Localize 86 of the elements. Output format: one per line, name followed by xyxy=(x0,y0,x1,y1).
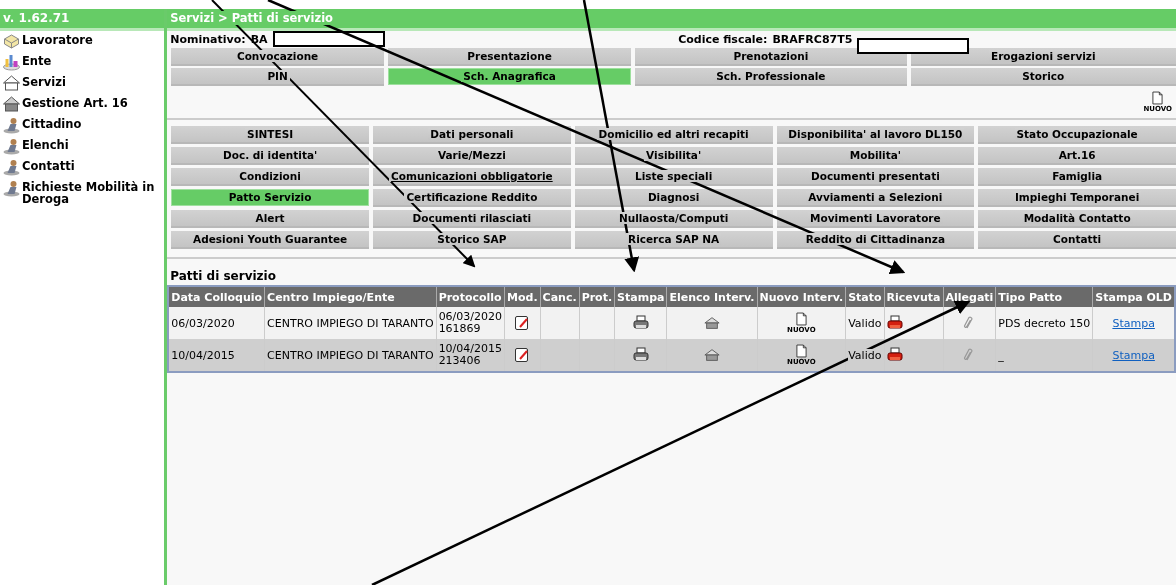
section-tab[interactable]: Contatti xyxy=(978,231,1176,249)
section-tab[interactable]: Comunicazioni obbligatorie xyxy=(373,168,571,186)
sidebar-item-label: Lavoratore xyxy=(22,32,93,46)
section-tab[interactable]: Modalità Contatto xyxy=(978,210,1176,228)
section-tab[interactable]: Avviamenti a Selezioni xyxy=(776,189,975,207)
sidebar-item[interactable]: Elenchi xyxy=(0,136,165,157)
sidebar-item-label: Contatti xyxy=(22,158,75,172)
sidebar-item[interactable]: Ente xyxy=(0,52,165,73)
printer-icon[interactable] xyxy=(632,347,649,363)
print-link[interactable]: Stampa xyxy=(1112,316,1155,330)
section-tab[interactable]: Art.16 xyxy=(978,147,1176,165)
section-tab[interactable]: Documenti presentati xyxy=(776,168,975,186)
version-label: v. 1.62.71 xyxy=(0,9,165,31)
codice-fiscale-value: BRAFRC87T5 xyxy=(772,32,853,46)
sidebar-item-label: Ente xyxy=(22,53,52,67)
tab[interactable]: Presentazione xyxy=(387,48,632,66)
nominativo-label: Nominativo: xyxy=(170,32,246,46)
section-tab[interactable]: Storico SAP xyxy=(373,231,571,249)
section-tab[interactable]: Stato Occupazionale xyxy=(978,126,1176,144)
tab[interactable]: PIN xyxy=(171,68,384,86)
sidebar-item[interactable]: Contatti xyxy=(0,157,165,178)
sidebar-item-label: Servizi xyxy=(22,74,66,88)
tab[interactable]: Sch. Professionale xyxy=(635,68,907,86)
print-link[interactable]: Stampa xyxy=(1112,348,1155,362)
codice-fiscale-label: Codice fiscale: xyxy=(678,32,768,46)
table-cell: _ xyxy=(995,339,1093,372)
tab[interactable]: Erogazioni servizi xyxy=(910,48,1176,66)
section-tab[interactable]: Disponibilita' al lavoro DL150 xyxy=(776,126,975,144)
section-tab[interactable]: Dati personali xyxy=(373,126,571,144)
sidebar-item-label: Gestione Art. 16 xyxy=(22,95,128,109)
section-tab[interactable]: Adesioni Youth Guarantee xyxy=(171,231,369,249)
section-tab[interactable]: Alert xyxy=(171,210,369,228)
bar-chart-icon xyxy=(2,53,21,71)
section-tab[interactable]: Famiglia xyxy=(978,168,1176,186)
sidebar-item[interactable]: Gestione Art. 16 xyxy=(0,94,165,115)
section-tab[interactable]: Visibilita' xyxy=(574,147,773,165)
table-cell: Valido xyxy=(845,339,885,372)
section-tab[interactable]: Mobilita' xyxy=(776,147,975,165)
person-icon xyxy=(2,116,21,134)
edit-icon[interactable] xyxy=(514,315,531,331)
sidebar-item[interactable]: Richieste Mobilità in Deroga xyxy=(0,178,165,206)
sidebar-item-label: Elenchi xyxy=(22,137,69,151)
sidebar-item-label: Richieste Mobilità in Deroga xyxy=(22,179,156,205)
document-icon xyxy=(795,344,807,358)
section-tab[interactable]: Ricerca SAP NA xyxy=(574,231,773,249)
table-title: Patti di servizio xyxy=(169,268,277,285)
tab[interactable]: Convocazione xyxy=(171,48,384,66)
document-icon xyxy=(795,312,807,326)
printer-icon[interactable] xyxy=(632,315,649,331)
document-icon xyxy=(1152,91,1164,105)
person-icon xyxy=(2,137,21,155)
section-tab[interactable]: Diagnosi xyxy=(574,189,773,207)
sidebar-item[interactable]: Cittadino xyxy=(0,115,165,136)
section-tab[interactable]: Movimenti Lavoratore xyxy=(776,210,975,228)
edit-icon[interactable] xyxy=(514,347,531,363)
sidebar-item[interactable]: Servizi xyxy=(0,73,165,94)
section-tab[interactable]: Doc. di identita' xyxy=(171,147,369,165)
section-tab[interactable]: Nullaosta/Computi xyxy=(574,210,773,228)
section-tab[interactable]: Reddito di Cittadinanza xyxy=(776,231,975,249)
breadcrumb: Servizi > Patti di servizio xyxy=(167,9,1176,31)
basket-icon xyxy=(2,95,21,113)
section-tab[interactable]: SINTESI xyxy=(171,126,369,144)
section-tab[interactable]: Documenti rilasciati xyxy=(373,210,571,228)
section-tab[interactable]: Condizioni xyxy=(171,168,369,186)
section-tab[interactable]: Impieghi Temporanei xyxy=(978,189,1176,207)
basket-icon[interactable] xyxy=(704,315,720,331)
basket-icon[interactable] xyxy=(704,347,720,363)
section-tab[interactable]: Varie/Mezzi xyxy=(373,147,571,165)
tab[interactable]: Storico xyxy=(910,68,1176,86)
section-tab[interactable]: Domicilio ed altri recapiti xyxy=(574,126,773,144)
tab[interactable]: Prenotazioni xyxy=(635,48,907,66)
printer-icon[interactable] xyxy=(886,347,903,363)
table-cell: 10/04/2015 213406 xyxy=(436,339,505,372)
section-tab[interactable]: Certificazione Reddito xyxy=(373,189,571,207)
sidebar-item[interactable]: Lavoratore xyxy=(0,31,165,52)
person-icon xyxy=(2,179,21,197)
table-cell: 10/04/2015 xyxy=(168,339,265,372)
printer-icon[interactable] xyxy=(886,315,903,331)
box-icon xyxy=(2,32,21,50)
sidebar-item-label: Cittadino xyxy=(22,116,82,130)
section-tab[interactable]: Liste speciali xyxy=(574,168,773,186)
section-tab[interactable]: Patto Servizio xyxy=(171,189,369,206)
person-icon xyxy=(2,158,21,176)
tab[interactable]: Sch. Anagrafica xyxy=(387,68,632,85)
nominativo-value: BA xyxy=(250,32,268,46)
table-cell: CENTRO IMPIEGO DI TARANTO xyxy=(264,339,437,372)
